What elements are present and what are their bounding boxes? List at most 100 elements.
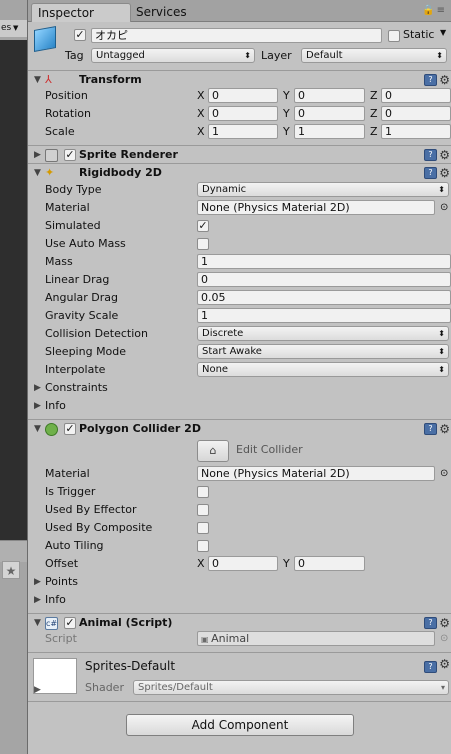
simulated-checkbox[interactable]: ✓ bbox=[197, 220, 209, 232]
help-icon[interactable]: ? bbox=[424, 423, 437, 435]
fold-closed-icon[interactable]: ▶ bbox=[34, 146, 41, 164]
sprite-renderer-enabled-checkbox[interactable]: ✓ bbox=[64, 149, 76, 161]
sleeping-mode-dropdown[interactable]: Start Awake ⬍ bbox=[197, 344, 449, 359]
help-icon[interactable]: ? bbox=[424, 661, 437, 673]
layer-dropdown[interactable]: Default ⬍ bbox=[301, 48, 447, 63]
scale-z-field[interactable]: 1 bbox=[381, 124, 451, 139]
mass-field[interactable]: 1 bbox=[197, 254, 451, 269]
rb-info-foldout[interactable]: ▶ Info bbox=[28, 397, 451, 415]
constraints-label: Constraints bbox=[45, 381, 108, 394]
transform-icon: ⅄ bbox=[45, 73, 52, 86]
help-icon[interactable]: ? bbox=[424, 74, 437, 86]
polygon-collider-enabled-checkbox[interactable]: ✓ bbox=[64, 423, 76, 435]
gear-icon[interactable]: ⚙ bbox=[439, 164, 450, 182]
help-icon[interactable]: ? bbox=[424, 617, 437, 629]
animal-script-header[interactable]: ▼ c# ✓ Animal (Script) ? ⚙ bbox=[28, 613, 451, 631]
collision-detection-value: Discrete bbox=[202, 328, 244, 339]
offset-y-field[interactable]: 0 bbox=[294, 556, 365, 571]
star-icon[interactable]: ★ bbox=[2, 561, 20, 579]
fold-closed-icon[interactable]: ▶ bbox=[34, 379, 41, 397]
gear-icon[interactable]: ⚙ bbox=[439, 657, 450, 671]
collision-detection-row: Collision Detection Discrete ⬍ bbox=[28, 325, 451, 343]
gravity-scale-field[interactable]: 1 bbox=[197, 308, 451, 323]
animal-script-enabled-checkbox[interactable]: ✓ bbox=[64, 617, 76, 629]
tab-inspector[interactable]: Inspector bbox=[31, 3, 131, 22]
rotation-y-field[interactable]: 0 bbox=[294, 106, 365, 121]
constraints-foldout[interactable]: ▶ Constraints bbox=[28, 379, 451, 397]
tag-dropdown[interactable]: Untagged ⬍ bbox=[91, 48, 255, 63]
offset-x-field[interactable]: 0 bbox=[208, 556, 278, 571]
tag-label: Tag bbox=[65, 49, 84, 62]
body-type-dropdown[interactable]: Dynamic ⬍ bbox=[197, 182, 449, 197]
rb-material-field[interactable]: None (Physics Material 2D) bbox=[197, 200, 435, 215]
axis-z-label: Z bbox=[370, 89, 378, 102]
gear-icon[interactable]: ⚙ bbox=[439, 146, 450, 164]
linear-drag-field[interactable]: 0 bbox=[197, 272, 451, 287]
scale-x-field[interactable]: 1 bbox=[208, 124, 278, 139]
pc-info-foldout[interactable]: ▶ Info bbox=[28, 591, 451, 609]
points-foldout[interactable]: ▶ Points bbox=[28, 573, 451, 591]
position-y-field[interactable]: 0 bbox=[294, 88, 365, 103]
static-checkbox[interactable] bbox=[388, 30, 400, 42]
script-field: ▣ Animal bbox=[197, 631, 435, 646]
help-icon[interactable]: ? bbox=[424, 167, 437, 179]
auto-tiling-checkbox[interactable] bbox=[197, 540, 209, 552]
object-header: ✓ オカピ Static ▼ Tag Untagged ⬍ Layer Defau… bbox=[28, 23, 451, 69]
interpolate-label: Interpolate bbox=[45, 363, 106, 376]
object-picker-icon[interactable]: ⊙ bbox=[440, 465, 448, 483]
position-label: Position bbox=[45, 89, 88, 102]
is-trigger-checkbox[interactable] bbox=[197, 486, 209, 498]
sleeping-mode-label: Sleeping Mode bbox=[45, 345, 127, 358]
transform-header[interactable]: ▼ ⅄ Transform ? ⚙ bbox=[28, 70, 451, 88]
tag-value: Untagged bbox=[96, 50, 145, 61]
fold-closed-icon[interactable]: ▶ bbox=[34, 591, 41, 609]
object-picker-icon[interactable]: ⊙ bbox=[440, 199, 448, 217]
axis-z-label: Z bbox=[370, 125, 378, 138]
fold-closed-icon[interactable]: ▶ bbox=[34, 685, 41, 695]
collision-detection-dropdown[interactable]: Discrete ⬍ bbox=[197, 326, 449, 341]
fold-open-icon[interactable]: ▼ bbox=[34, 164, 41, 182]
used-by-composite-row: Used By Composite bbox=[28, 519, 451, 537]
position-x-field[interactable]: 0 bbox=[208, 88, 278, 103]
used-by-composite-checkbox[interactable] bbox=[197, 522, 209, 534]
position-z-field[interactable]: 0 bbox=[381, 88, 451, 103]
add-component-button[interactable]: Add Component bbox=[126, 714, 354, 736]
shader-label: Shader bbox=[85, 681, 124, 694]
help-icon[interactable]: ? bbox=[424, 149, 437, 161]
chevron-down-icon[interactable]: ▼ bbox=[13, 20, 18, 37]
script-file-icon: ▣ bbox=[201, 635, 212, 644]
chevron-down-icon[interactable]: ▼ bbox=[440, 28, 446, 37]
scale-y-field[interactable]: 1 bbox=[294, 124, 365, 139]
use-auto-mass-label: Use Auto Mass bbox=[45, 237, 126, 250]
simulated-row: Simulated ✓ bbox=[28, 217, 451, 235]
edit-collider-button[interactable]: ⌂ bbox=[197, 440, 229, 462]
use-auto-mass-checkbox[interactable] bbox=[197, 238, 209, 250]
rotation-z-field[interactable]: 0 bbox=[381, 106, 451, 121]
axis-x-label: X bbox=[197, 125, 205, 138]
linear-drag-row: Linear Drag 0 bbox=[28, 271, 451, 289]
auto-tiling-row: Auto Tiling bbox=[28, 537, 451, 555]
axis-y-label: Y bbox=[283, 557, 290, 570]
object-active-checkbox[interactable]: ✓ bbox=[74, 29, 86, 41]
used-by-effector-checkbox[interactable] bbox=[197, 504, 209, 516]
rigidbody-icon: ✦ bbox=[45, 166, 55, 179]
angular-drag-field[interactable]: 0.05 bbox=[197, 290, 451, 305]
fold-open-icon[interactable]: ▼ bbox=[34, 420, 41, 438]
rigidbody-header[interactable]: ▼ ✦ Rigidbody 2D ? ⚙ bbox=[28, 163, 451, 181]
gravity-scale-label: Gravity Scale bbox=[45, 309, 119, 322]
left-panel: es ▼ ★ bbox=[0, 0, 28, 754]
dropdown-arrow-icon: ⬍ bbox=[438, 365, 445, 374]
shader-dropdown[interactable]: Sprites/Default ▾ bbox=[133, 680, 449, 695]
object-picker-icon: ⊙ bbox=[440, 633, 449, 644]
gear-icon[interactable]: ⚙ bbox=[439, 420, 450, 438]
lock-icon[interactable]: 🔒≡ bbox=[422, 5, 447, 16]
interpolate-dropdown[interactable]: None ⬍ bbox=[197, 362, 449, 377]
fold-closed-icon[interactable]: ▶ bbox=[34, 397, 41, 415]
polygon-collider-header[interactable]: ▼ ✓ Polygon Collider 2D ? ⚙ bbox=[28, 419, 451, 437]
fold-closed-icon[interactable]: ▶ bbox=[34, 573, 41, 591]
tab-services[interactable]: Services bbox=[134, 3, 214, 22]
rotation-x-field[interactable]: 0 bbox=[208, 106, 278, 121]
sprite-renderer-header[interactable]: ▶ ✓ Sprite Renderer ? ⚙ bbox=[28, 145, 451, 163]
object-name-field[interactable]: オカピ bbox=[91, 28, 382, 43]
pc-material-field[interactable]: None (Physics Material 2D) bbox=[197, 466, 435, 481]
